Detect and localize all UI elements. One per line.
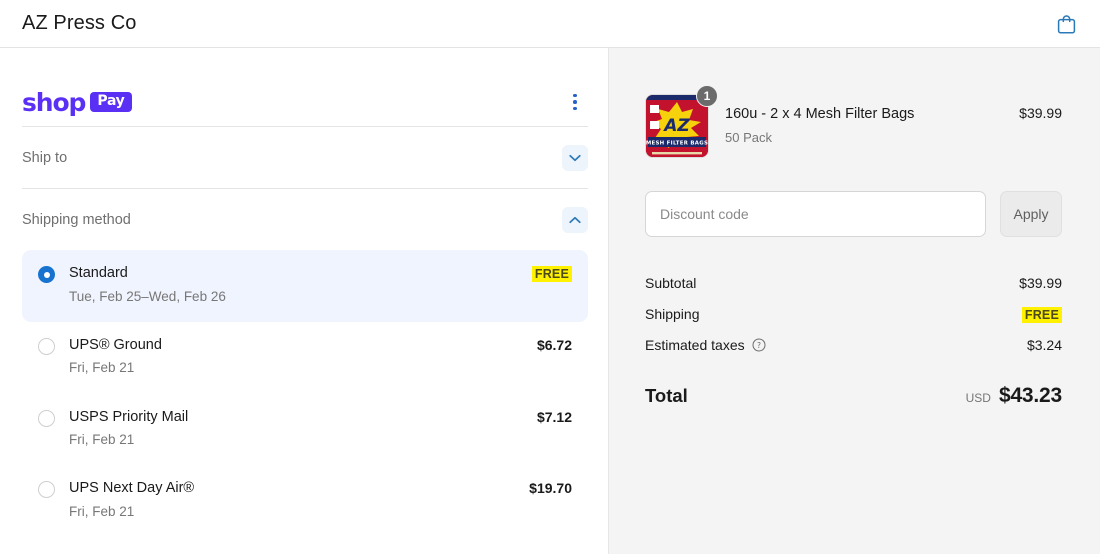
shop-pay-logo: shop Pay xyxy=(22,90,132,115)
shipping-option-name: UPS Next Day Air® xyxy=(69,480,195,497)
shop-pay-wallet-row: shop Pay xyxy=(22,48,588,126)
shopping-bag-icon[interactable] xyxy=(1052,10,1080,38)
total-line-0: Subtotal $39.99 xyxy=(645,267,1062,298)
shipping-option-price: $7.12 xyxy=(536,408,572,425)
help-circle-icon[interactable]: ? xyxy=(752,338,766,352)
grand-total-amount: $43.23 xyxy=(998,384,1062,407)
apply-discount-button[interactable]: Apply xyxy=(1000,191,1062,237)
shipping-option-price: FREE xyxy=(531,265,572,282)
shipping-options-list: Standard Tue, Feb 25–Wed, Feb 26 FREE UPS® … xyxy=(22,250,588,545)
checkout-body: shop Pay Ship to Shipping method Standar… xyxy=(0,48,1100,554)
shipping-option-name: Standard xyxy=(69,265,128,281)
svg-text:MESH FILTER BAGS: MESH FILTER BAGS xyxy=(646,141,708,147)
chevron-up-icon[interactable] xyxy=(562,206,588,233)
total-line-label: Estimated taxes? xyxy=(645,337,766,353)
shipping-option-name: UPS® Ground xyxy=(69,336,162,353)
shipping-option-left: UPS Next Day Air® Fri, Feb 21 xyxy=(38,479,194,521)
discount-code-row: Apply xyxy=(645,191,1062,237)
kebab-dot xyxy=(573,106,577,111)
product-quantity-badge: 1 xyxy=(696,85,718,107)
shop-pay-logo-pay-pill: Pay xyxy=(90,92,132,112)
shipping-option-eta: Fri, Feb 21 xyxy=(69,360,135,376)
store-name: AZ Press Co xyxy=(22,12,137,34)
shipping-option-left: Standard Tue, Feb 25–Wed, Feb 26 xyxy=(38,264,226,306)
total-line-label: Subtotal xyxy=(645,275,696,291)
shipping-method-label: Shipping method xyxy=(22,211,131,228)
radio-selected-icon[interactable] xyxy=(38,266,55,283)
total-line-1: Shipping FREE xyxy=(645,298,1062,329)
shipping-option-eta: Tue, Feb 25–Wed, Feb 26 xyxy=(69,288,226,304)
shipping-option-price: $6.72 xyxy=(536,336,572,353)
product-info: 160u - 2 x 4 Mesh Filter Bags 50 Pack xyxy=(709,94,1019,145)
product-price: $39.99 xyxy=(1019,105,1062,121)
total-line-label-text: Shipping xyxy=(645,305,700,322)
shipping-option-eta: Fri, Feb 21 xyxy=(69,432,135,448)
shipping-method-section[interactable]: Shipping method xyxy=(22,189,588,250)
radio-unselected-icon[interactable] xyxy=(38,337,55,355)
grand-total-label: Total xyxy=(645,385,688,406)
ship-to-label: Ship to xyxy=(22,149,68,166)
shipping-option-text: UPS Next Day Air® Fri, Feb 21 xyxy=(69,479,194,521)
grand-total-row: Total USD $43.23 xyxy=(645,384,1062,408)
product-title: 160u - 2 x 4 Mesh Filter Bags xyxy=(725,106,915,122)
chevron-down-icon[interactable] xyxy=(562,144,588,171)
shipping-option-2[interactable]: USPS Priority Mail Fri, Feb 21 $7.12 xyxy=(22,394,588,466)
shipping-option-name: USPS Priority Mail xyxy=(69,408,189,425)
order-totals-list: Subtotal $39.99 Shipping FREE Estimated taxe… xyxy=(645,267,1062,360)
shipping-option-1[interactable]: UPS® Ground Fri, Feb 21 $6.72 xyxy=(22,322,588,394)
free-shipping-badge: FREE xyxy=(531,266,572,282)
shipping-option-eta: Fri, Feb 21 xyxy=(69,503,135,519)
total-line-value: FREE xyxy=(1021,306,1062,323)
shipping-option-left: USPS Priority Mail Fri, Feb 21 xyxy=(38,408,188,450)
shipping-option-text: Standard Tue, Feb 25–Wed, Feb 26 xyxy=(69,264,226,306)
total-line-label-text: Estimated taxes xyxy=(645,336,745,353)
shipping-option-text: USPS Priority Mail Fri, Feb 21 xyxy=(69,408,188,450)
kebab-dot xyxy=(573,93,577,98)
shipping-option-3[interactable]: UPS Next Day Air® Fri, Feb 21 $19.70 xyxy=(22,465,588,537)
checkout-page: AZ Press Co shop Pay Ship to Shipping me… xyxy=(0,0,1100,554)
shipping-option-text: UPS® Ground Fri, Feb 21 xyxy=(69,336,162,378)
order-summary-panel: AZ MESH FILTER BAGS 1 160u - 2 x 4 Mesh … xyxy=(608,48,1100,554)
radio-unselected-icon[interactable] xyxy=(38,481,55,499)
shop-pay-logo-shop-text: shop xyxy=(22,87,86,117)
svg-text:?: ? xyxy=(757,341,761,350)
total-line-value: $39.99 xyxy=(1019,274,1062,291)
shipping-option-price: $19.70 xyxy=(529,480,572,497)
grand-total-currency: USD xyxy=(965,391,991,405)
total-line-label-text: Subtotal xyxy=(645,274,697,291)
free-shipping-badge: FREE xyxy=(1021,306,1062,323)
discount-code-input[interactable] xyxy=(645,191,986,237)
ship-to-section[interactable]: Ship to xyxy=(22,127,588,188)
kebab-menu-icon[interactable] xyxy=(562,89,588,115)
checkout-left-column: shop Pay Ship to Shipping method Standar… xyxy=(0,48,608,554)
shipping-option-0[interactable]: Standard Tue, Feb 25–Wed, Feb 26 FREE xyxy=(22,250,588,322)
total-line-label: Shipping xyxy=(645,306,700,322)
order-product-row: AZ MESH FILTER BAGS 1 160u - 2 x 4 Mesh … xyxy=(645,85,1062,158)
total-line-2: Estimated taxes? $3.24 xyxy=(645,329,1062,360)
grand-total-value-group: USD $43.23 xyxy=(965,384,1063,408)
product-thumbnail-wrapper: AZ MESH FILTER BAGS 1 xyxy=(645,85,718,158)
total-line-value: $3.24 xyxy=(1026,336,1062,353)
kebab-dot xyxy=(573,100,577,104)
shipping-option-left: UPS® Ground Fri, Feb 21 xyxy=(38,336,162,378)
radio-unselected-icon[interactable] xyxy=(38,409,55,427)
product-variant: 50 Pack xyxy=(725,129,772,145)
svg-text:AZ: AZ xyxy=(662,116,690,136)
site-header: AZ Press Co xyxy=(0,0,1100,48)
